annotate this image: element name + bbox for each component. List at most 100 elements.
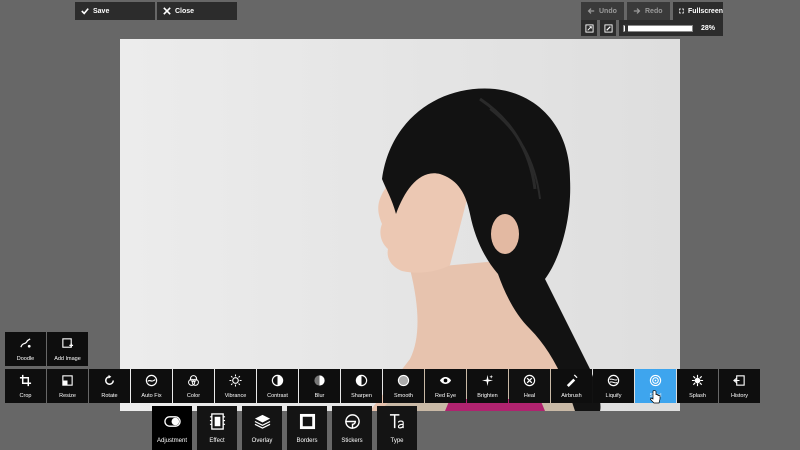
redo-button[interactable]: Redo (627, 2, 670, 20)
tool-resize[interactable]: Resize (47, 369, 88, 403)
vibrance-icon (229, 374, 242, 387)
close-button[interactable]: Close (157, 2, 237, 20)
fullscreen-button[interactable]: Fullscreen (673, 2, 723, 20)
save-button[interactable]: Save (75, 2, 155, 20)
eye-icon (439, 377, 452, 384)
zoom-percent: 28% (701, 24, 716, 32)
zoom-slider[interactable] (623, 23, 693, 33)
arrow-right-icon (633, 8, 641, 14)
tool-splash[interactable]: Splash (677, 369, 718, 403)
fullscreen-icon (679, 8, 684, 14)
blur-icon (314, 375, 325, 386)
smooth-icon (397, 374, 410, 387)
tool-rotate-label: Rotate (101, 393, 118, 399)
check-icon (81, 8, 89, 15)
tool-liquify-label: Liquify (605, 393, 622, 399)
effect-icon (209, 413, 225, 430)
type-icon (389, 414, 404, 429)
adjustment-icon (163, 416, 181, 427)
zoom-control: 28% (619, 20, 723, 36)
tool-crop[interactable]: Crop (5, 369, 46, 403)
tool-brighten[interactable]: Brighten (467, 369, 508, 403)
tab-stickers[interactable]: Stickers (332, 406, 372, 450)
tab-type-label: Type (390, 438, 404, 444)
tool-smooth-label: Smooth (394, 393, 413, 399)
doodle-icon (20, 338, 31, 348)
zoom-actual-button[interactable] (600, 20, 616, 36)
swirl-icon (649, 374, 662, 387)
overlay-icon (254, 414, 270, 429)
tab-adjustment-label: Adjustment (156, 438, 187, 444)
contrast-icon (271, 374, 284, 387)
tool-history-label: History (730, 393, 749, 399)
portrait-image (120, 39, 680, 411)
tab-overlay[interactable]: Overlay (242, 406, 282, 450)
tool-heal[interactable]: Heal (509, 369, 550, 403)
photo-canvas[interactable] (120, 39, 680, 411)
save-label: Save (93, 7, 110, 15)
close-icon (163, 7, 171, 15)
tool-liquify[interactable]: Liquify (593, 369, 634, 403)
tab-type[interactable]: Type (377, 406, 417, 450)
tool-history[interactable]: History (719, 369, 760, 403)
tab-stickers-label: Stickers (341, 438, 363, 444)
tool-airbrush[interactable]: Airbrush (551, 369, 592, 403)
tool-sharpen[interactable]: Sharpen (341, 369, 382, 403)
undo-label: Undo (599, 7, 617, 15)
tab-effect[interactable]: Effect (197, 406, 237, 450)
tool-blur[interactable]: Blur (299, 369, 340, 403)
fullscreen-label: Fullscreen (687, 7, 723, 15)
tool-color-label: Color (186, 393, 201, 399)
tool-smooth[interactable]: Smooth (383, 369, 424, 403)
brighten-icon (481, 374, 494, 387)
tab-adjustment[interactable]: Adjustment (152, 406, 192, 450)
tool-color[interactable]: Color (173, 369, 214, 403)
tab-borders-label: Borders (296, 438, 318, 444)
stickers-icon (344, 414, 360, 429)
tab-effect-label: Effect (209, 438, 225, 444)
crop-icon (19, 374, 32, 387)
tool-doodle[interactable]: Doodle (5, 332, 46, 366)
history-icon (733, 375, 745, 386)
tool-resize-label: Resize (59, 393, 76, 399)
liquify-icon (607, 374, 620, 387)
arrow-left-icon (587, 8, 595, 14)
tool-auto-fix[interactable]: Auto Fix (131, 369, 172, 403)
auto-fix-icon (145, 374, 158, 387)
airbrush-icon (566, 374, 578, 387)
tool-auto-fix-label: Auto Fix (141, 393, 162, 399)
color-icon (188, 375, 199, 386)
tool-airbrush-label: Airbrush (561, 393, 582, 399)
tool-crop-label: Crop (19, 393, 32, 399)
resize-icon (62, 375, 73, 386)
tool-contrast-label: Contrast (267, 393, 288, 399)
tool-contrast[interactable]: Contrast (257, 369, 298, 403)
tool-blur-label: Blur (314, 393, 325, 399)
undo-button[interactable]: Undo (581, 2, 624, 20)
zoom-fit-button[interactable] (581, 20, 597, 36)
expand-icon (584, 23, 594, 33)
tab-borders[interactable]: Borders (287, 406, 327, 450)
tool-rotate[interactable]: Rotate (89, 369, 130, 403)
redo-label: Redo (645, 7, 663, 15)
tool-sharpen-label: Sharpen (351, 393, 372, 399)
zoom-slider-handle[interactable] (625, 23, 628, 33)
tool-vibrance-label: Vibrance (224, 393, 247, 399)
tab-overlay-label: Overlay (251, 438, 273, 444)
tool-add-image[interactable]: Add Image (47, 332, 88, 366)
tool-vibrance[interactable]: Vibrance (215, 369, 256, 403)
add-image-icon (62, 338, 74, 348)
splash-icon (691, 374, 704, 387)
tool-red-eye[interactable]: Red Eye (425, 369, 466, 403)
tool-add-image-label: Add Image (54, 356, 81, 362)
close-label: Close (175, 7, 195, 15)
tool-brighten-label: Brighten (477, 393, 498, 399)
tool-splash-label: Splash (689, 393, 706, 399)
borders-icon (299, 413, 315, 430)
tool-doodle-label: Doodle (16, 356, 35, 362)
cursor-icon (650, 390, 661, 404)
tool-heal-label: Heal (523, 393, 536, 399)
edit-icon (603, 23, 613, 33)
heal-icon (523, 374, 536, 387)
sharpen-icon (355, 374, 368, 387)
